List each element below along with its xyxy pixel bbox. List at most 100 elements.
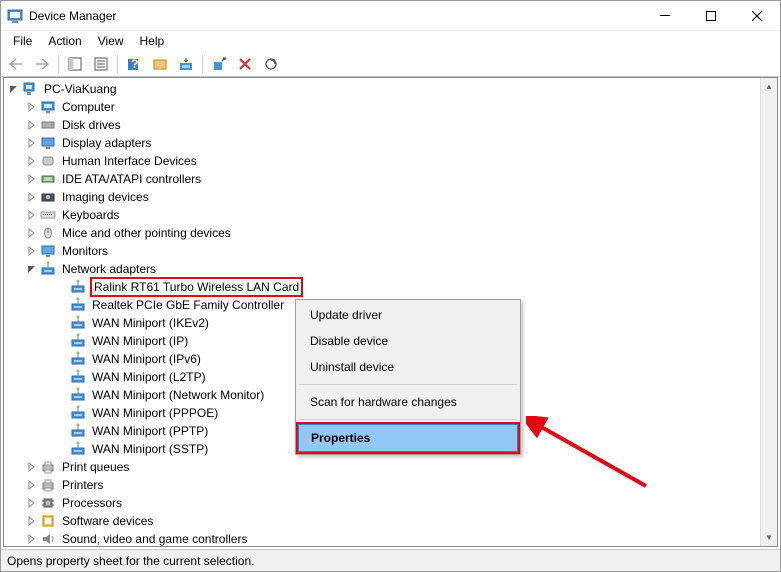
tree-category-network[interactable]: Network adapters <box>4 260 777 278</box>
window-controls <box>642 1 780 31</box>
expand-icon[interactable] <box>24 225 40 241</box>
ctx-properties[interactable]: Properties <box>298 424 518 452</box>
close-button[interactable] <box>734 1 780 31</box>
tree-node-label: Network adapters <box>60 261 158 277</box>
vertical-scrollbar[interactable]: ▲ ▼ <box>760 78 777 546</box>
tree-node-label: IDE ATA/ATAPI controllers <box>60 171 203 187</box>
hid-icon <box>40 153 56 169</box>
tree-node-label: Computer <box>60 99 117 115</box>
collapse-icon[interactable] <box>24 261 40 277</box>
tree-node-label: Ralink RT61 Turbo Wireless LAN Card <box>90 277 303 297</box>
ctx-separator <box>299 419 517 420</box>
printer-icon <box>40 477 56 493</box>
menu-bar: File Action View Help <box>1 31 780 51</box>
tree-device-node[interactable]: Ralink RT61 Turbo Wireless LAN Card <box>4 278 777 296</box>
tree-category-node[interactable]: Sound, video and game controllers <box>4 530 777 547</box>
computer-icon <box>22 81 38 97</box>
network-icon <box>70 279 86 295</box>
tree-node-label: Mice and other pointing devices <box>60 225 233 241</box>
software-icon <box>40 513 56 529</box>
back-button <box>4 53 28 75</box>
maximize-button[interactable] <box>688 1 734 31</box>
tree-category-node[interactable]: IDE ATA/ATAPI controllers <box>4 170 777 188</box>
properties-button[interactable] <box>89 53 113 75</box>
ctx-update-driver[interactable]: Update driver <box>298 302 518 328</box>
update-driver-button[interactable] <box>174 53 198 75</box>
tree-category-node[interactable]: Printers <box>4 476 777 494</box>
tree-category-node[interactable]: Human Interface Devices <box>4 152 777 170</box>
tree-category-node[interactable]: Monitors <box>4 242 777 260</box>
scan-hardware-button[interactable] <box>259 53 283 75</box>
expand-icon[interactable] <box>24 153 40 169</box>
tree-category-node[interactable]: Processors <box>4 494 777 512</box>
tree-node-label: WAN Miniport (PPTP) <box>90 423 210 439</box>
tree-category-node[interactable]: Disk drives <box>4 116 777 134</box>
ctx-separator <box>299 384 517 385</box>
network-icon <box>40 261 56 277</box>
tree-node-label: Software devices <box>60 513 155 529</box>
tree-node-label: WAN Miniport (SSTP) <box>90 441 210 457</box>
expand-icon[interactable] <box>6 81 22 97</box>
enable-button[interactable] <box>207 53 231 75</box>
menu-action[interactable]: Action <box>40 32 89 50</box>
forward-button <box>30 53 54 75</box>
imaging-icon <box>40 189 56 205</box>
ctx-scan-hardware[interactable]: Scan for hardware changes <box>298 389 518 415</box>
minimize-button[interactable] <box>642 1 688 31</box>
expand-icon[interactable] <box>24 117 40 133</box>
svg-text:?: ? <box>131 57 138 71</box>
network-icon <box>70 297 86 313</box>
expand-icon[interactable] <box>24 243 40 259</box>
tree-node-label: Processors <box>60 495 124 511</box>
help-button[interactable]: ? <box>122 53 146 75</box>
network-icon <box>70 405 86 421</box>
tree-node-label: Monitors <box>60 243 110 259</box>
expand-icon[interactable] <box>24 99 40 115</box>
expand-icon[interactable] <box>24 189 40 205</box>
tree-node-label: Printers <box>60 477 105 493</box>
menu-help[interactable]: Help <box>132 32 173 50</box>
expand-icon[interactable] <box>24 135 40 151</box>
network-icon <box>70 315 86 331</box>
tree-node-label: WAN Miniport (Network Monitor) <box>90 387 266 403</box>
tree-root-node[interactable]: PC-ViaKuang <box>4 80 777 98</box>
network-icon <box>70 423 86 439</box>
tree-node-label: Sound, video and game controllers <box>60 531 249 547</box>
display-icon <box>40 135 56 151</box>
menu-file[interactable]: File <box>5 32 40 50</box>
tree-node-label: Imaging devices <box>60 189 151 205</box>
uninstall-button[interactable] <box>233 53 257 75</box>
tree-category-node[interactable]: Imaging devices <box>4 188 777 206</box>
expand-icon[interactable] <box>24 513 40 529</box>
expand-icon[interactable] <box>24 459 40 475</box>
tree-node-label: Disk drives <box>60 117 123 133</box>
network-icon <box>70 351 86 367</box>
expand-icon[interactable] <box>24 531 40 547</box>
expand-icon[interactable] <box>24 171 40 187</box>
expand-icon[interactable] <box>24 477 40 493</box>
tree-category-node[interactable]: Software devices <box>4 512 777 530</box>
expand-icon[interactable] <box>24 495 40 511</box>
expand-icon[interactable] <box>24 207 40 223</box>
tree-category-node[interactable]: Display adapters <box>4 134 777 152</box>
printer-icon <box>40 459 56 475</box>
show-hide-tree-button[interactable] <box>63 53 87 75</box>
status-bar: Opens property sheet for the current sel… <box>1 549 780 571</box>
menu-view[interactable]: View <box>90 32 132 50</box>
status-text: Opens property sheet for the current sel… <box>7 554 254 568</box>
tree-node-label: Human Interface Devices <box>60 153 199 169</box>
tree-node-label: Keyboards <box>60 207 121 223</box>
tree-node-label: WAN Miniport (IKEv2) <box>90 315 211 331</box>
tree-category-node[interactable]: Computer <box>4 98 777 116</box>
computer-icon <box>40 99 56 115</box>
tree-category-node[interactable]: Mice and other pointing devices <box>4 224 777 242</box>
tree-category-node[interactable]: Print queues <box>4 458 777 476</box>
network-icon <box>70 441 86 457</box>
ctx-disable-device[interactable]: Disable device <box>298 328 518 354</box>
tree-category-node[interactable]: Keyboards <box>4 206 777 224</box>
network-icon <box>70 333 86 349</box>
disk-icon <box>40 117 56 133</box>
ctx-uninstall-device[interactable]: Uninstall device <box>298 354 518 380</box>
tree-node-label: Display adapters <box>60 135 153 151</box>
action-button[interactable] <box>148 53 172 75</box>
